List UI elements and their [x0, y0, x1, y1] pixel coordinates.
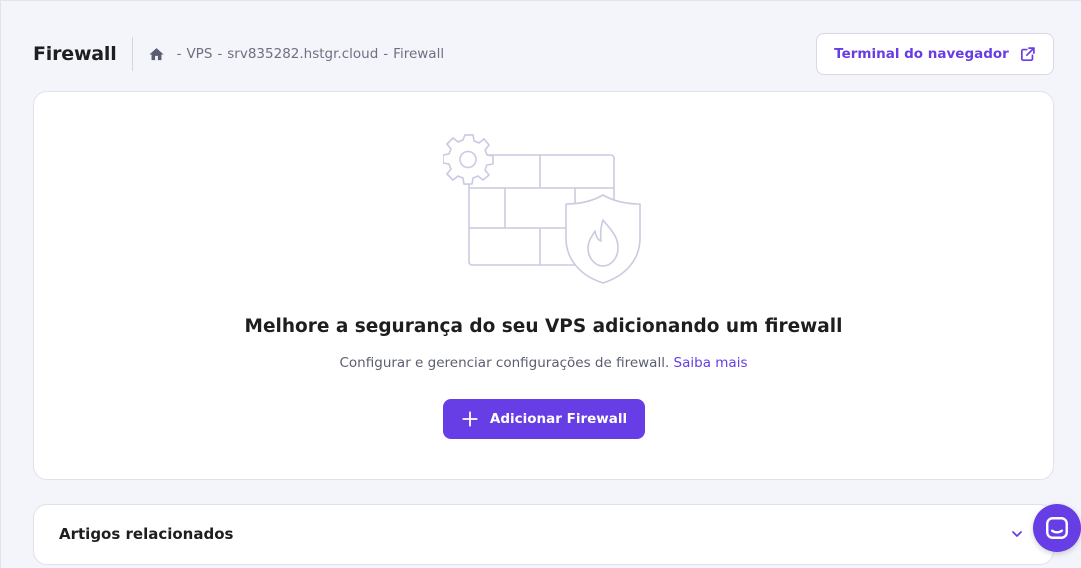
firewall-empty-state-card: Melhore a segurança do seu VPS adicionan… [33, 91, 1054, 480]
page: Firewall - VPS - srv835282.hstgr.cloud -… [0, 0, 1081, 568]
left-border [0, 0, 1, 568]
home-icon[interactable] [148, 46, 165, 63]
breadcrumb-separator: - [217, 46, 223, 62]
breadcrumb-separator: - [176, 46, 182, 62]
breadcrumb-item-server[interactable]: srv835282.hstgr.cloud [227, 46, 378, 62]
add-firewall-label: Adicionar Firewall [489, 411, 628, 427]
plus-icon [461, 410, 479, 428]
chevron-down-icon[interactable] [1009, 526, 1025, 542]
browser-terminal-button[interactable]: Terminal do navegador [816, 33, 1054, 75]
chat-icon [1044, 515, 1070, 541]
empty-state-heading: Melhore a segurança do seu VPS adicionan… [244, 316, 843, 337]
add-firewall-button[interactable]: Adicionar Firewall [443, 399, 645, 439]
header-divider [131, 37, 133, 71]
page-header: Firewall - VPS - srv835282.hstgr.cloud -… [33, 35, 444, 73]
page-title: Firewall [33, 43, 117, 65]
breadcrumb: - VPS - srv835282.hstgr.cloud - Firewall [148, 46, 445, 63]
firewall-shield-illustration [442, 130, 648, 290]
external-link-icon [1019, 46, 1036, 63]
top-border [0, 0, 1081, 1]
related-articles-panel[interactable]: Artigos relacionados [33, 504, 1054, 565]
breadcrumb-item-firewall: Firewall [393, 46, 445, 62]
learn-more-link[interactable]: Saiba mais [674, 355, 748, 371]
chat-launcher-button[interactable] [1033, 504, 1081, 552]
breadcrumb-item-vps[interactable]: VPS [186, 46, 212, 62]
browser-terminal-label: Terminal do navegador [834, 46, 1009, 62]
breadcrumb-separator: - [383, 46, 389, 62]
empty-state-description: Configurar e gerenciar configurações de … [339, 355, 670, 371]
empty-state-subtitle: Configurar e gerenciar configurações de … [34, 355, 1053, 371]
related-articles-title: Artigos relacionados [59, 525, 234, 543]
